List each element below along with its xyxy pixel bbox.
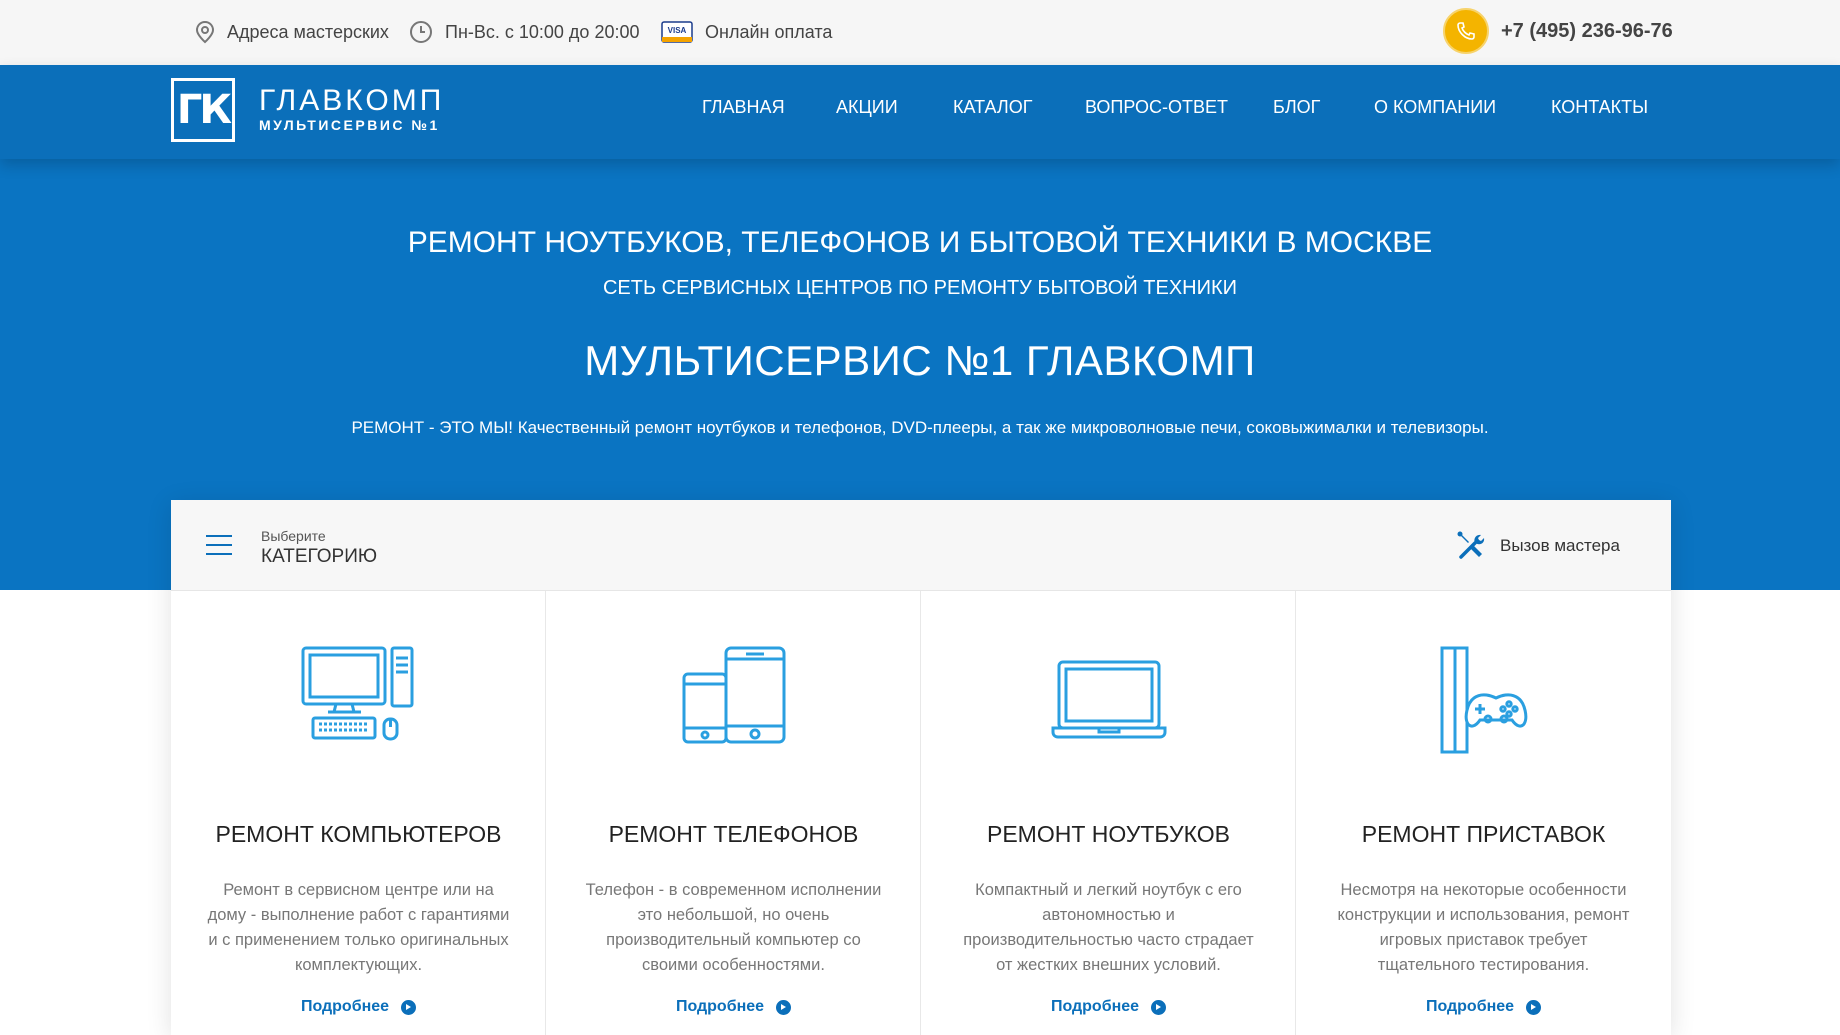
laptop-icon [1051, 660, 1166, 739]
service-cards: РЕМОНТ КОМПЬЮТЕРОВ Ремонт в сервисном це… [171, 591, 1671, 1035]
hero-heading: РЕМОНТ НОУТБУКОВ, ТЕЛЕФОНОВ И БЫТОВОЙ ТЕ… [407, 226, 1433, 259]
console-icon [1440, 646, 1527, 754]
category-prompt[interactable]: Выберите [261, 528, 326, 544]
nav-item-blog[interactable]: БЛОГ [1273, 97, 1320, 118]
phone-number[interactable]: +7 (495) 236-96-76 [1501, 20, 1673, 43]
visa-text: VISA [668, 26, 687, 35]
card-more-link[interactable]: Подробнее [171, 998, 546, 1016]
category-panel: Выберите КАТЕГОРИЮ Вызов мастера РЕМОНТ … [171, 500, 1671, 1035]
service-card-laptops[interactable]: РЕМОНТ НОУТБУКОВ Компактный и легкий ноу… [921, 591, 1296, 1035]
card-description: Ремонт в сервисном центре или на дому - … [207, 881, 510, 974]
category-bar: Выберите КАТЕГОРИЮ Вызов мастера [171, 500, 1671, 591]
service-card-computers[interactable]: РЕМОНТ КОМПЬЮТЕРОВ Ремонт в сервисном це… [171, 591, 546, 1035]
hero-title: МУЛЬТИСЕРВИС №1 ГЛАВКОМП [584, 337, 1256, 384]
card-title: РЕМОНТ ТЕЛЕФОНОВ [608, 821, 859, 847]
nav-item-promotions[interactable]: АКЦИИ [836, 97, 898, 118]
arrow-circle-icon [401, 999, 417, 1015]
card-description: Несмотря на некоторые особенности констр… [1337, 881, 1630, 974]
nav-item-contacts[interactable]: КОНТАКТЫ [1551, 97, 1648, 118]
working-hours: Пн-Вс. с 10:00 до 20:00 [409, 20, 639, 44]
category-select[interactable]: КАТЕГОРИЮ [261, 546, 377, 568]
addresses-link[interactable]: Адреса мастерских [195, 20, 389, 44]
card-description: Компактный и легкий ноутбук с его автоно… [963, 881, 1254, 974]
service-card-consoles[interactable]: РЕМОНТ ПРИСТАВОК Несмотря на некоторые о… [1296, 591, 1671, 1035]
nav-item-about[interactable]: О КОМПАНИИ [1374, 97, 1496, 118]
hours-label: Пн-Вс. с 10:00 до 20:00 [445, 21, 640, 42]
phone-tablet-icon [682, 646, 785, 744]
hero-description: РЕМОНТ - ЭТО МЫ! Качественный ремонт ноу… [351, 418, 1489, 437]
card-more-label: Подробнее [1050, 998, 1140, 1015]
location-pin-icon [195, 20, 215, 44]
card-description: Телефон - в современном исполнении это н… [585, 881, 882, 974]
card-more-link[interactable]: Подробнее [921, 998, 1296, 1016]
payment-label: Онлайн оплата [705, 21, 833, 42]
call-master-label: Вызов мастера [1500, 536, 1620, 555]
hero-subheading: СЕТЬ СЕРВИСНЫХ ЦЕНТРОВ ПО РЕМОНТУ БЫТОВО… [602, 277, 1238, 299]
nav-menu: ГЛАВНАЯ АКЦИИ КАТАЛОГ ВОПРОС-ОТВЕТ БЛОГ … [0, 97, 1840, 127]
online-payment-link[interactable]: VISA Онлайн оплата [661, 20, 832, 44]
addresses-label: Адреса мастерских [227, 21, 389, 42]
nav-item-home[interactable]: ГЛАВНАЯ [702, 97, 785, 118]
arrow-circle-icon [1526, 999, 1542, 1015]
card-title: РЕМОНТ НОУТБУКОВ [987, 821, 1230, 847]
card-more-label: Подробнее [300, 998, 390, 1015]
phone-icon [1443, 8, 1489, 54]
arrow-circle-icon [1151, 999, 1167, 1015]
card-more-label: Подробнее [1425, 998, 1515, 1015]
menu-hamburger-icon[interactable] [206, 535, 232, 562]
computer-icon [301, 646, 413, 741]
service-card-phones[interactable]: РЕМОНТ ТЕЛЕФОНОВ Телефон - в современном… [546, 591, 921, 1035]
call-master-button[interactable]: Вызов мастера [1456, 530, 1620, 562]
card-title: РЕМОНТ ПРИСТАВОК [1361, 821, 1606, 847]
top-info-bar: Адреса мастерских Пн-Вс. с 10:00 до 20:0… [0, 0, 1840, 65]
nav-item-catalog[interactable]: КАТАЛОГ [953, 97, 1032, 118]
card-title: РЕМОНТ КОМПЬЮТЕРОВ [215, 821, 502, 847]
nav-item-faq[interactable]: ВОПРОС-ОТВЕТ [1085, 97, 1228, 118]
arrow-circle-icon [776, 999, 792, 1015]
clock-icon [410, 21, 432, 43]
visa-card-icon: VISA [661, 21, 693, 43]
card-more-link[interactable]: Подробнее [546, 998, 921, 1016]
tools-icon [1457, 531, 1485, 559]
phone-contact[interactable]: +7 (495) 236-96-76 [1443, 8, 1673, 54]
card-more-link[interactable]: Подробнее [1296, 998, 1671, 1016]
card-more-label: Подробнее [675, 998, 765, 1015]
